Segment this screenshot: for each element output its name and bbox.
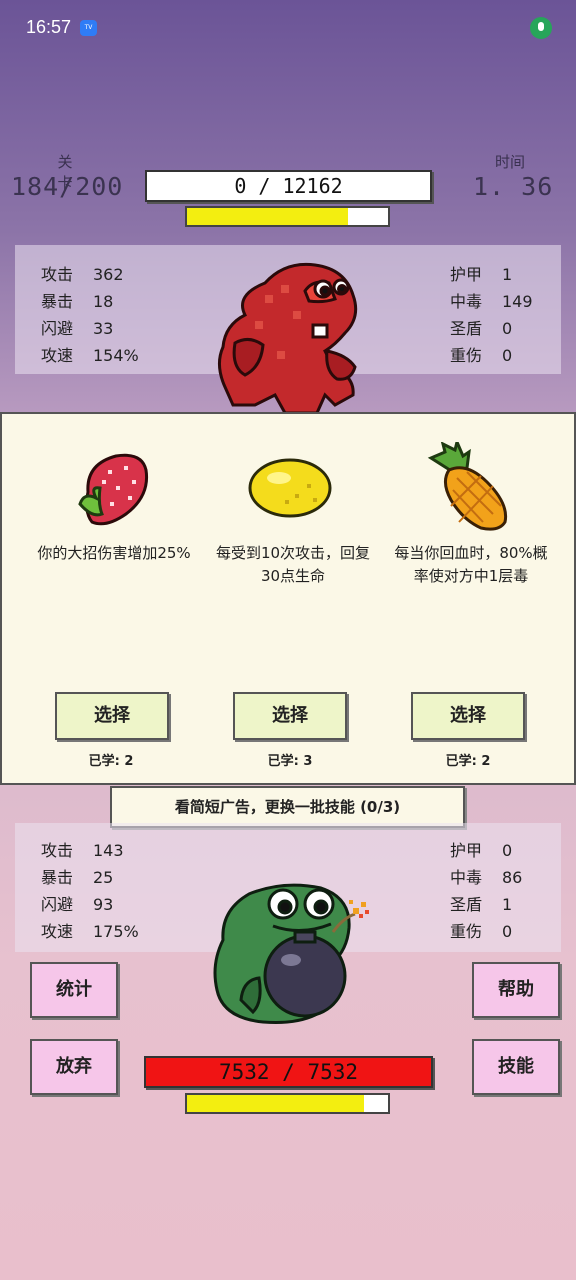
player-stat-poison: 中毒 86	[450, 868, 523, 887]
player-energy-fill	[187, 1095, 364, 1112]
skill-2-description: 每受到10次攻击，回复30点生命	[215, 544, 371, 585]
enemy-stat-grievous: 重伤 0	[450, 346, 513, 365]
enemy-hp-bar: 0 / 12162	[145, 170, 432, 202]
skill-3-learned: 已学: 2	[445, 754, 491, 769]
skill-1-learned: 已学: 2	[88, 754, 134, 769]
pineapple-icon	[427, 442, 508, 531]
give-up-button[interactable]: 放弃	[30, 1039, 118, 1095]
select-skill-1-button[interactable]: 选择	[55, 692, 169, 740]
player-stat-holy-shield: 圣盾 1	[450, 895, 513, 914]
watch-ad-refresh-button[interactable]: 看简短广告，更换一批技能 (0/3)	[110, 786, 465, 828]
strawberry-icon	[78, 453, 149, 526]
skill-1-description: 你的大招伤害增加25%	[37, 544, 191, 562]
select-skill-2-button[interactable]: 选择	[233, 692, 347, 740]
skill-card-2: 每受到10次攻击，回复30点生命 选择 已学: 3	[201, 414, 379, 784]
enemy-stat-holy-shield: 圣盾 0	[450, 319, 513, 338]
player-energy-bar	[185, 1093, 390, 1114]
enemy-stat-attack: 攻击 362	[41, 265, 124, 284]
player-stat-armor: 护甲 0	[450, 841, 513, 860]
player-stat-crit: 暴击 25	[41, 868, 114, 887]
microphone-icon	[530, 17, 552, 39]
player-stat-grievous: 重伤 0	[450, 922, 513, 941]
skill-card-3: 每当你回血时，80%概率使对方中1层毒 选择 已学: 2	[379, 414, 557, 784]
skill-picker-panel: 你的大招伤害增加25% 选择 已学: 2 每受到10次攻击，回复30点生命 选择…	[0, 412, 576, 785]
time-label: 时间	[494, 153, 525, 171]
enemy-hp-text: 0 / 12162	[234, 174, 343, 198]
time-value: 1. 36	[473, 172, 554, 201]
enemy-stat-dodge: 闪避 33	[41, 319, 114, 338]
enemy-stat-poison: 中毒 149	[450, 292, 533, 311]
stats-button[interactable]: 统计	[30, 962, 118, 1018]
tv-app-icon: TV	[80, 20, 97, 36]
stage-value: 184/200	[11, 172, 124, 201]
status-bar: 16:57 TV	[0, 0, 576, 56]
enemy-stat-crit: 暴击 18	[41, 292, 114, 311]
enemy-stat-armor: 护甲 1	[450, 265, 513, 284]
help-button[interactable]: 帮助	[472, 962, 560, 1018]
player-frog-bomb-icon	[213, 883, 369, 1024]
player-hp-text: 7532 / 7532	[218, 1060, 359, 1084]
player-stat-attack-speed: 攻速 175%	[41, 922, 139, 941]
enemy-energy-fill	[187, 208, 348, 225]
skill-card-1: 你的大招伤害增加25% 选择 已学: 2	[22, 414, 200, 784]
skills-button[interactable]: 技能	[472, 1039, 560, 1095]
enemy-red-beast-icon	[218, 262, 358, 415]
lemon-icon	[248, 458, 332, 518]
status-time: 16:57	[26, 17, 72, 37]
player-stat-dodge: 闪避 93	[41, 895, 114, 914]
enemy-stat-attack-speed: 攻速 154%	[41, 346, 139, 365]
player-hp-bar: 7532 / 7532	[144, 1056, 433, 1088]
player-stat-attack: 攻击 143	[41, 841, 124, 860]
enemy-energy-bar	[185, 206, 390, 227]
skill-2-learned: 已学: 3	[267, 754, 313, 769]
select-skill-3-button[interactable]: 选择	[411, 692, 525, 740]
skill-3-description: 每当你回血时，80%概率使对方中1层毒	[394, 544, 548, 585]
